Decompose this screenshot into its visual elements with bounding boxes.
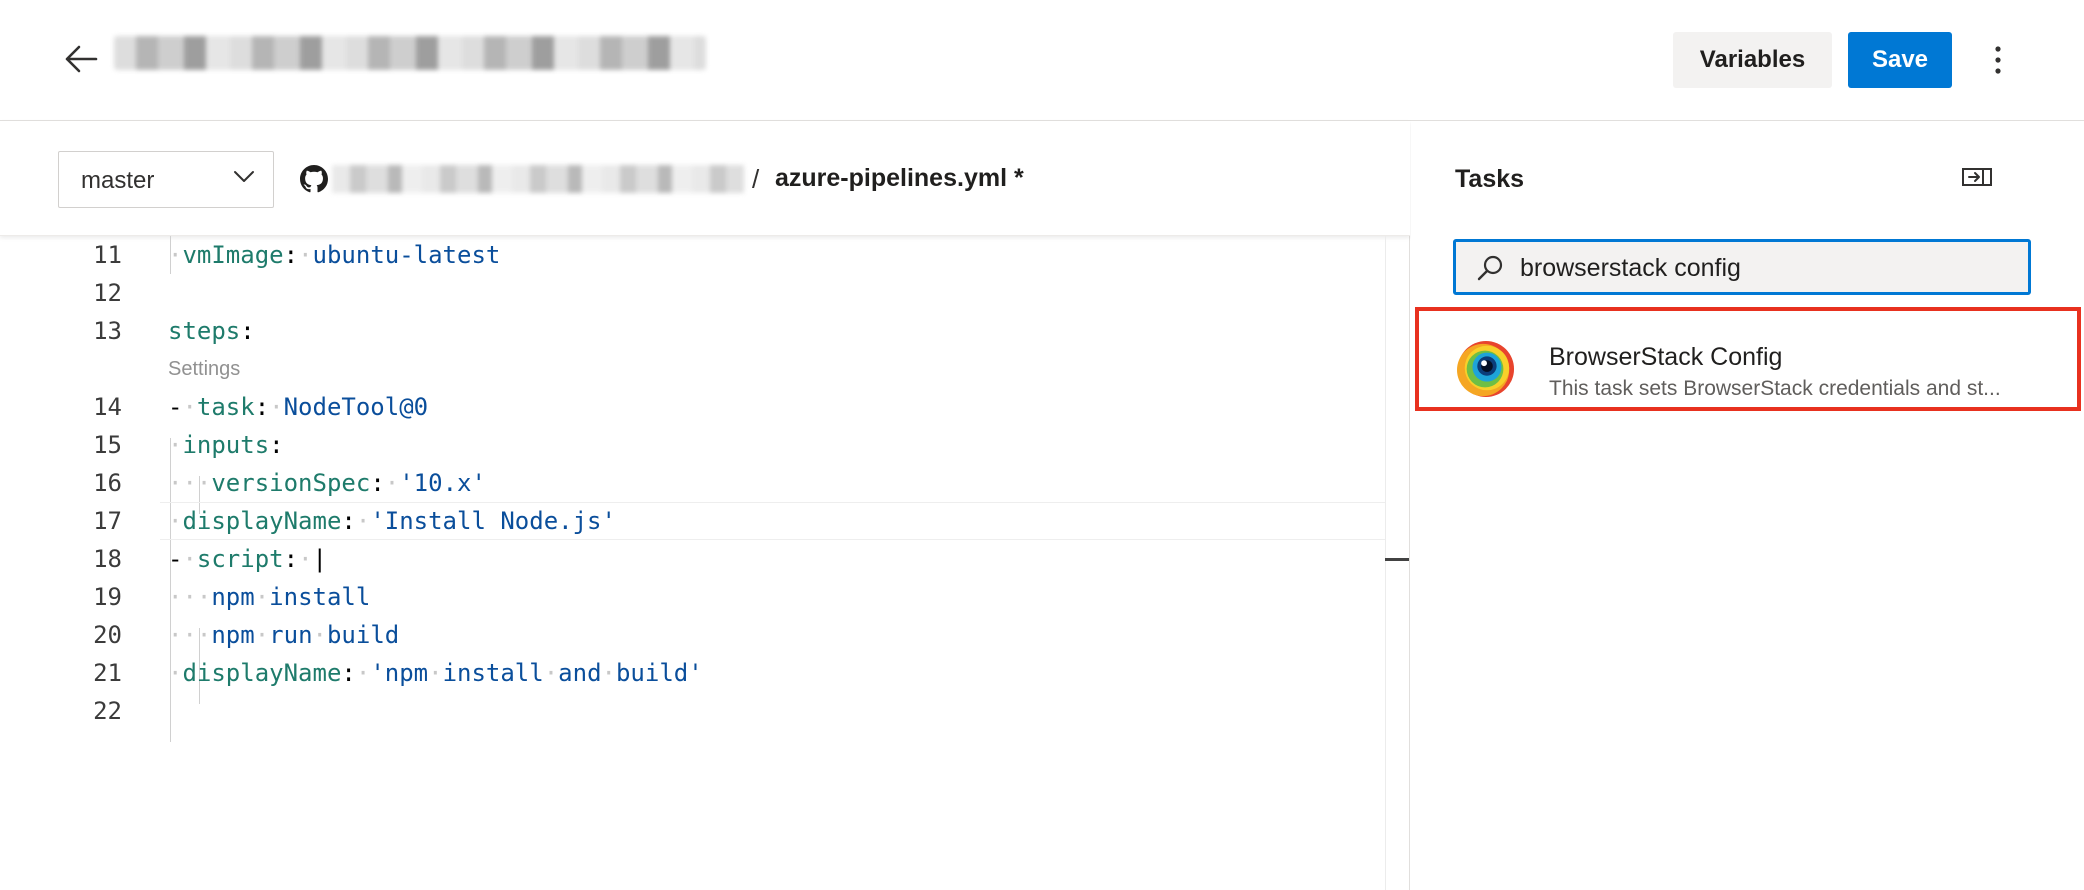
code-line: 17 ·displayName:·'Install Node.js' xyxy=(0,502,1385,540)
line-number: 11 xyxy=(93,241,122,269)
code-text: ···npm·install xyxy=(168,583,371,611)
task-search-input[interactable] xyxy=(1520,250,2020,286)
task-search-box[interactable] xyxy=(1453,239,2031,295)
code-line: 22 xyxy=(0,692,1385,730)
line-number: 13 xyxy=(93,317,122,345)
code-text: -·task:·NodeTool@0 xyxy=(168,393,429,421)
code-text: ···npm·run·build xyxy=(168,621,400,649)
settings-codelens-link[interactable]: Settings xyxy=(168,358,240,381)
editor-scrollbar[interactable] xyxy=(1385,236,1410,890)
line-number: 21 xyxy=(93,659,122,687)
path-separator: / xyxy=(752,164,760,194)
save-button[interactable]: Save xyxy=(1848,32,1952,88)
code-text: -·script:·| xyxy=(168,545,327,573)
top-bar: Variables Save xyxy=(0,0,2084,121)
code-line: 20 ···npm·run·build xyxy=(0,616,1385,654)
code-line: 12 xyxy=(0,274,1385,312)
code-line: 19 ···npm·install xyxy=(0,578,1385,616)
pipeline-title-redacted xyxy=(114,36,706,70)
code-text: ·displayName:·'Install Node.js' xyxy=(168,507,616,535)
line-number: 16 xyxy=(93,469,122,497)
repository-name-redacted[interactable] xyxy=(332,165,744,193)
code-editor[interactable]: 11 ·vmImage:·ubuntu-latest 12 13 steps: … xyxy=(0,236,1385,890)
code-line: 15 ·inputs: xyxy=(0,426,1385,464)
task-result-item[interactable]: BrowserStack Config This task sets Brows… xyxy=(1415,307,2081,411)
task-result-description: This task sets BrowserStack credentials … xyxy=(1549,377,2001,400)
browserstack-logo-icon xyxy=(1457,340,1515,398)
code-text: steps: xyxy=(168,317,255,345)
tasks-panel: Tasks BrowserStack Config This task sets… xyxy=(1411,121,2084,890)
line-number: 22 xyxy=(93,697,122,725)
variables-button[interactable]: Variables xyxy=(1673,32,1832,88)
code-text: ·displayName:·'npm·install·and·build' xyxy=(168,659,703,687)
branch-label: master xyxy=(81,167,155,194)
code-text: ·inputs: xyxy=(168,431,284,459)
code-line: 16 ···versionSpec:·'10.x' xyxy=(0,464,1385,502)
collapse-panel-button[interactable] xyxy=(1961,165,1993,189)
more-actions-button[interactable] xyxy=(1978,36,2018,84)
line-number: 17 xyxy=(93,507,122,535)
line-number: 12 xyxy=(93,279,122,307)
line-number: 15 xyxy=(93,431,122,459)
vertical-ellipsis-icon xyxy=(1995,46,2001,74)
tasks-panel-title: Tasks xyxy=(1455,165,1525,193)
collapse-panel-icon xyxy=(1962,168,1992,186)
scrollbar-cursor-marker xyxy=(1385,558,1409,561)
editor-header: master / azure-pipelines.yml * xyxy=(0,121,1410,236)
editor-pane: master / azure-pipelines.yml * 11 ·vmIma… xyxy=(0,121,1410,890)
back-button[interactable] xyxy=(60,38,102,80)
line-number: 20 xyxy=(93,621,122,649)
chevron-down-icon xyxy=(234,171,254,182)
search-icon xyxy=(1477,255,1503,281)
code-line: 11 ·vmImage:·ubuntu-latest xyxy=(0,236,1385,274)
task-result-name: BrowserStack Config xyxy=(1549,343,1783,371)
arrow-left-icon xyxy=(65,45,98,73)
code-text: ·vmImage:·ubuntu-latest xyxy=(168,241,501,269)
github-icon xyxy=(300,165,328,193)
code-line: 18 -·script:·| xyxy=(0,540,1385,578)
code-text: ···versionSpec:·'10.x' xyxy=(168,469,486,497)
line-number: 14 xyxy=(93,393,122,421)
line-number: 19 xyxy=(93,583,122,611)
code-line: 21 ·displayName:·'npm·install·and·build' xyxy=(0,654,1385,692)
line-number: 18 xyxy=(93,545,122,573)
file-name: azure-pipelines.yml * xyxy=(775,164,1024,192)
branch-dropdown[interactable]: master xyxy=(58,151,274,208)
code-line: 14 -·task:·NodeTool@0 xyxy=(0,388,1385,426)
code-line: 13 steps: xyxy=(0,312,1385,350)
